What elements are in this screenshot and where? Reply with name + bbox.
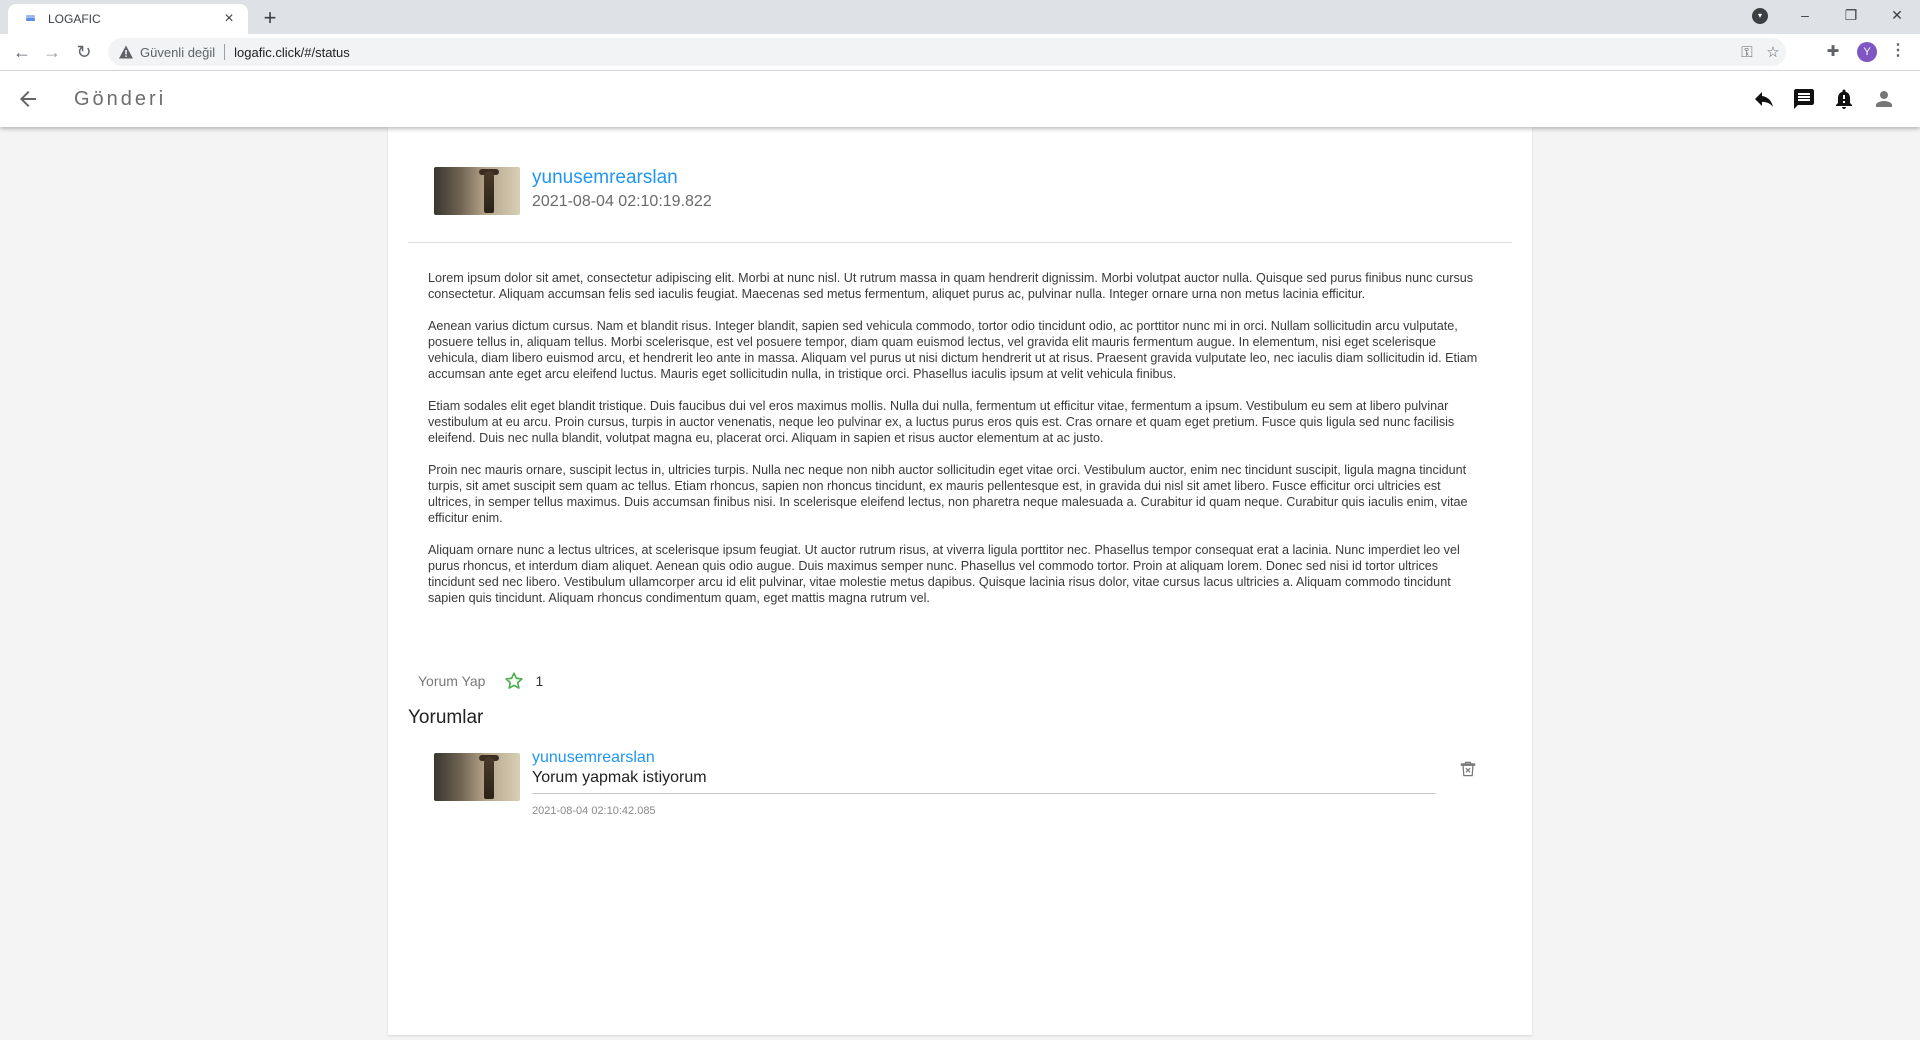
comment-text: Yorum yapmak istiyorum: [532, 769, 707, 786]
bookmark-star-icon[interactable]: ☆: [1760, 43, 1786, 61]
delete-icon[interactable]: [1458, 759, 1478, 779]
forward-icon[interactable]: →: [40, 40, 64, 64]
tab-title: LOGAFIC: [48, 12, 101, 26]
post-paragraph: Proin nec mauris ornare, suscipit lectus…: [428, 463, 1468, 525]
star-icon[interactable]: [503, 670, 525, 692]
avatar-figure: [484, 757, 494, 799]
tab-search-icon[interactable]: ▾: [1752, 8, 1768, 24]
post-card: yunusemrearslan 2021-08-04 02:10:19.822 …: [388, 127, 1532, 1035]
post-header: yunusemrearslan 2021-08-04 02:10:19.822: [434, 167, 1134, 217]
url-text[interactable]: logafic.click/#/status: [234, 45, 1734, 60]
comment-divider: [532, 793, 1436, 794]
comment-author-link[interactable]: yunusemrearslan: [532, 749, 655, 767]
new-tab-button[interactable]: +: [258, 7, 282, 31]
post-paragraph: Aliquam ornare nunc a lectus ultrices, a…: [428, 543, 1460, 605]
author-avatar[interactable]: [434, 167, 520, 215]
post-paragraph: Etiam sodales elit eget blandit tristiqu…: [428, 399, 1455, 445]
back-icon[interactable]: ←: [10, 40, 34, 64]
minimize-button[interactable]: –: [1782, 0, 1828, 30]
security-label[interactable]: Güvenli değil: [140, 45, 215, 60]
comment-button[interactable]: Yorum Yap: [418, 673, 485, 689]
browser-menu-icon[interactable]: ⋮: [1888, 42, 1908, 62]
restore-button[interactable]: ❐: [1828, 0, 1874, 30]
account-icon[interactable]: [1872, 87, 1896, 111]
comment-author-avatar[interactable]: [434, 753, 520, 801]
post-actions: Yorum Yap 1: [418, 669, 818, 693]
close-window-button[interactable]: ✕: [1874, 0, 1920, 30]
post-author-link[interactable]: yunusemrearslan: [532, 167, 678, 189]
profile-avatar[interactable]: Y: [1857, 42, 1877, 62]
omnibox-divider: [224, 44, 226, 60]
back-arrow-icon[interactable]: [16, 87, 40, 111]
comments-heading: Yorumlar: [408, 707, 484, 728]
browser-tabstrip: LOGAFIC × + ▾ – ❐ ✕: [0, 0, 1920, 34]
page-title: Gönderi: [74, 88, 167, 110]
post-paragraph: Lorem ipsum dolor sit amet, consectetur …: [428, 271, 1474, 301]
app-bar: Gönderi: [0, 71, 1920, 127]
comment-item: yunusemrearslan Yorum yapmak istiyorum 2…: [434, 749, 1484, 817]
chat-icon[interactable]: [1792, 87, 1816, 111]
reply-icon[interactable]: [1752, 87, 1776, 111]
extensions-icon[interactable]: ✚: [1823, 42, 1843, 62]
key-icon[interactable]: ⚿: [1734, 44, 1760, 61]
browser-toolbar: ← → ↻ Güvenli değil logafic.click/#/stat…: [0, 34, 1920, 71]
favicon-icon: [22, 11, 38, 27]
post-paragraph: Aenean varius dictum cursus. Nam et blan…: [428, 319, 1478, 381]
like-count: 1: [535, 673, 544, 689]
browser-tab[interactable]: LOGAFIC ×: [8, 4, 248, 34]
bell-icon[interactable]: [1832, 87, 1856, 111]
post-body: Lorem ipsum dolor sit amet, consectetur …: [428, 270, 1480, 622]
avatar-figure: [484, 171, 494, 213]
reload-icon[interactable]: ↻: [72, 40, 96, 64]
address-bar[interactable]: Güvenli değil logafic.click/#/status ⚿ ☆: [108, 38, 1786, 66]
header-divider: [408, 242, 1512, 243]
post-timestamp: 2021-08-04 02:10:19.822: [532, 193, 712, 210]
comment-timestamp: 2021-08-04 02:10:42.085: [532, 805, 656, 817]
warning-icon: [119, 45, 133, 59]
tab-close-button[interactable]: ×: [220, 10, 238, 28]
